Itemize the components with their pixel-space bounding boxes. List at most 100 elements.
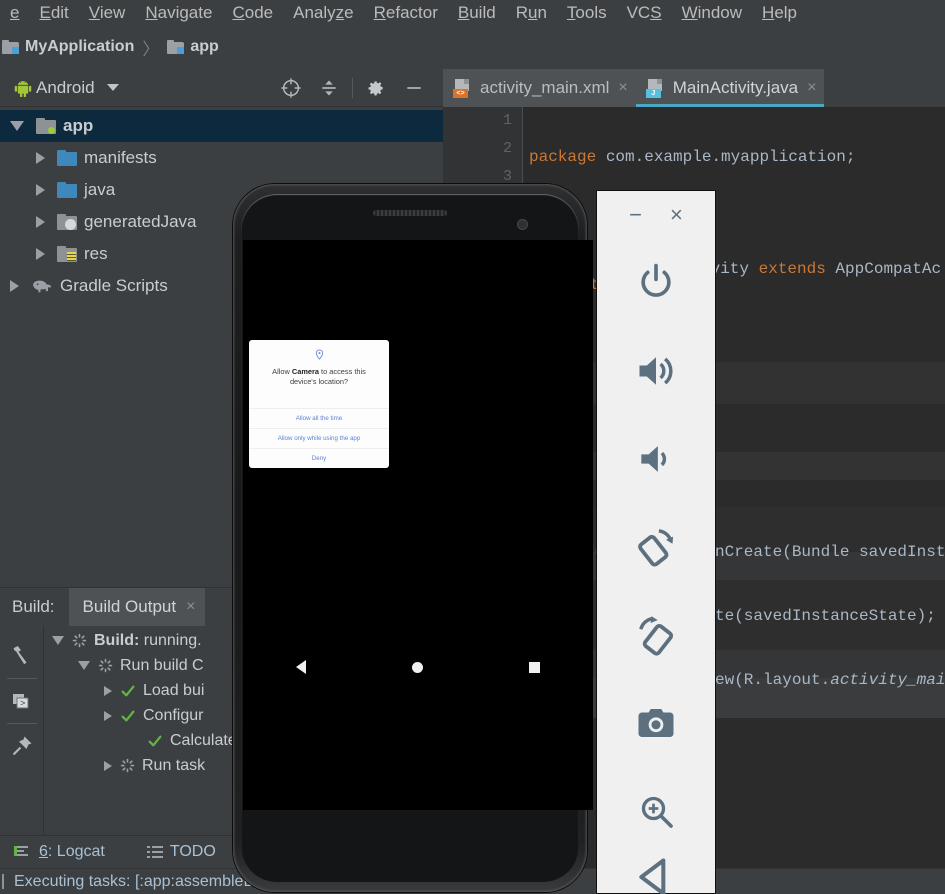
home-circle-icon[interactable] <box>412 661 423 673</box>
chevron-right-icon[interactable] <box>104 760 112 771</box>
permission-dialog[interactable]: Allow Camera to access this device's loc… <box>249 340 389 468</box>
emulator-phone-frame[interactable]: Allow Camera to access this device's loc… <box>233 184 593 892</box>
menu-item-vcs[interactable]: VCS <box>617 0 672 25</box>
permission-option-allow-always[interactable]: Allow all the time <box>249 408 389 428</box>
chevron-right-icon[interactable] <box>36 184 45 196</box>
menu-item-edit[interactable]: Edit <box>29 0 78 25</box>
collapse-all-icon[interactable] <box>310 73 348 103</box>
emulator-screen[interactable]: Allow Camera to access this device's loc… <box>243 240 593 810</box>
module-folder-icon <box>167 40 185 54</box>
emulator-close-icon[interactable]: × <box>670 204 683 226</box>
location-pin-icon <box>315 349 323 360</box>
success-check-icon <box>121 685 135 696</box>
close-icon[interactable]: × <box>186 598 195 616</box>
chevron-right-icon[interactable] <box>104 710 112 721</box>
permission-title-app: Camera <box>291 367 319 376</box>
breadcrumb-project[interactable]: MyApplication <box>2 38 134 56</box>
menu-item-code[interactable]: Code <box>222 0 283 25</box>
rotate-right-icon[interactable] <box>596 591 716 679</box>
phone-bezel: Allow Camera to access this device's loc… <box>241 194 593 882</box>
screenshot-camera-icon[interactable] <box>596 679 716 767</box>
back-arrow-icon[interactable] <box>596 855 716 894</box>
editor-tab-label: MainActivity.java <box>672 78 799 97</box>
volume-up-icon[interactable] <box>596 327 716 415</box>
editor-tab-bar[interactable]: <> activity_main.xml × J MainActivity.java × <box>443 69 945 107</box>
chevron-down-icon[interactable] <box>78 661 90 670</box>
build-task-label: Build: running. <box>94 631 202 649</box>
pin-icon[interactable] <box>0 724 44 768</box>
xml-layout-file-icon: <> <box>453 78 472 98</box>
chevron-down-icon[interactable] <box>10 121 24 131</box>
breadcrumb-module[interactable]: app <box>167 38 219 56</box>
gutter-line-number: 2 <box>502 140 512 157</box>
power-icon[interactable] <box>596 239 716 327</box>
bottom-tab-logcat[interactable]: 6 : Logcat <box>14 843 105 861</box>
chevron-right-icon[interactable] <box>36 216 45 228</box>
volume-down-icon[interactable] <box>596 415 716 503</box>
back-triangle-icon[interactable] <box>296 660 306 674</box>
zoom-in-icon[interactable] <box>596 767 716 855</box>
recents-square-icon[interactable] <box>529 661 540 673</box>
code-package-name: com.example.myapplication; <box>596 148 856 166</box>
menu-item-e[interactable]: e <box>0 0 29 25</box>
minimize-icon[interactable] <box>395 73 433 103</box>
svg-text:>: > <box>20 699 25 709</box>
chevron-right-icon[interactable] <box>36 152 45 164</box>
code-keyword-package: package <box>529 148 597 166</box>
tree-item-label: res <box>84 244 108 263</box>
tab-build-output[interactable]: Build Output × <box>68 588 206 626</box>
build-task-label: Run build C <box>120 656 204 674</box>
module-folder-icon <box>36 118 56 134</box>
menu-item-help[interactable]: Help <box>752 0 807 25</box>
build-side-toolbar: > <box>0 626 44 836</box>
tree-item-manifests[interactable]: manifests <box>0 142 443 174</box>
project-tool-header: Android <box>0 69 443 107</box>
tree-item-label: Gradle Scripts <box>60 276 168 295</box>
menu-item-run[interactable]: Run <box>506 0 557 25</box>
folder-blue-icon <box>57 150 77 166</box>
close-icon[interactable]: × <box>807 79 816 97</box>
target-icon[interactable] <box>272 73 310 103</box>
folder-blue-icon <box>57 182 77 198</box>
main-menu-bar: e Edit View Navigate Code Analyze Refactor Buil… <box>0 0 945 25</box>
android-navigation-bar <box>243 650 593 684</box>
code-line-oncreate: nCreate(Bundle savedInstan <box>715 543 945 561</box>
menu-item-window[interactable]: Window <box>672 0 752 25</box>
project-module-icon <box>2 40 19 54</box>
bottom-tab-todo[interactable]: TODO <box>146 843 216 861</box>
permission-option-deny[interactable]: Deny <box>249 448 389 468</box>
menu-item-refactor[interactable]: Refactor <box>364 0 448 25</box>
task-running-icon <box>72 633 87 648</box>
permission-title-pre: Allow <box>272 367 292 376</box>
loading-spinner-icon <box>120 758 135 773</box>
menu-item-build[interactable]: Build <box>448 0 506 25</box>
rotate-left-icon[interactable] <box>596 503 716 591</box>
tree-item-app[interactable]: app <box>0 110 443 142</box>
task-running-icon <box>120 758 135 773</box>
chevron-right-icon[interactable] <box>104 685 112 696</box>
close-icon[interactable]: × <box>618 79 627 97</box>
editor-tab-activity_main-xml[interactable]: <> activity_main.xml × <box>443 69 636 107</box>
build-hammer-icon[interactable] <box>0 634 44 678</box>
tab-build-output-label: Build Output <box>82 597 177 616</box>
console-icon[interactable]: > <box>0 679 44 723</box>
logcat-icon <box>14 846 28 856</box>
permission-dialog-title: Allow Camera to access this device's loc… <box>249 367 389 387</box>
menu-item-view[interactable]: View <box>79 0 136 25</box>
settings-gear-icon[interactable] <box>357 73 395 103</box>
emulator-minimize-icon[interactable]: − <box>629 204 642 226</box>
menu-item-analyze[interactable]: Analyze <box>283 0 364 25</box>
task-success-icon <box>147 733 163 749</box>
build-task-label: Run task <box>142 756 206 774</box>
breadcrumb-separator: 〉 <box>142 39 160 59</box>
chevron-right-icon[interactable] <box>36 248 45 260</box>
editor-tab-MainActivity-java[interactable]: J MainActivity.java × <box>635 69 825 107</box>
phone-front-camera <box>518 220 527 229</box>
chevron-right-icon[interactable] <box>10 280 19 292</box>
permission-option-allow-while-using[interactable]: Allow only while using the app <box>249 428 389 448</box>
chevron-down-icon[interactable] <box>106 84 119 91</box>
folder-res-icon <box>57 246 77 262</box>
chevron-down-icon[interactable] <box>52 636 64 645</box>
menu-item-navigate[interactable]: Navigate <box>135 0 222 25</box>
menu-item-tools[interactable]: Tools <box>557 0 617 25</box>
